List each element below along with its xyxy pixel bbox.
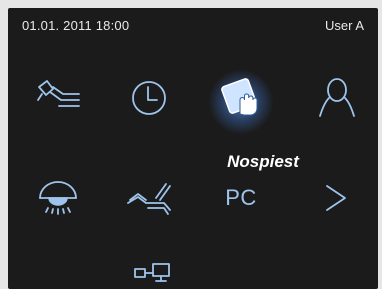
- menu-item-clock[interactable]: [117, 68, 181, 128]
- network-connection-icon: [134, 263, 170, 282]
- menu-item-handpiece[interactable]: [26, 68, 90, 128]
- dental-chair-icon: [127, 183, 171, 215]
- dental-handpiece-icon: [37, 80, 80, 107]
- menu-item-dental-chair[interactable]: [117, 168, 181, 228]
- menu-item-next[interactable]: [304, 168, 368, 228]
- chevron-right-icon: [326, 185, 346, 211]
- pc-icon: PC: [225, 185, 257, 210]
- user-icon: [319, 78, 355, 117]
- status-bar: 01.01. 2011 18:00 User A: [8, 8, 378, 42]
- menu-item-network[interactable]: [121, 253, 185, 289]
- user-name[interactable]: User A: [325, 18, 364, 33]
- touch-screen-icon: [221, 78, 258, 116]
- menu-item-user[interactable]: [304, 68, 368, 128]
- menu-item-touch-active[interactable]: [209, 68, 273, 128]
- operating-light-icon: [39, 181, 77, 215]
- menu-item-pc[interactable]: PC: [209, 168, 273, 228]
- clock-icon: [132, 81, 166, 115]
- menu-item-light[interactable]: [26, 168, 90, 228]
- date-time: 01.01. 2011 18:00: [22, 18, 130, 33]
- device-screen: 01.01. 2011 18:00 User A Nospiest PC: [8, 8, 378, 289]
